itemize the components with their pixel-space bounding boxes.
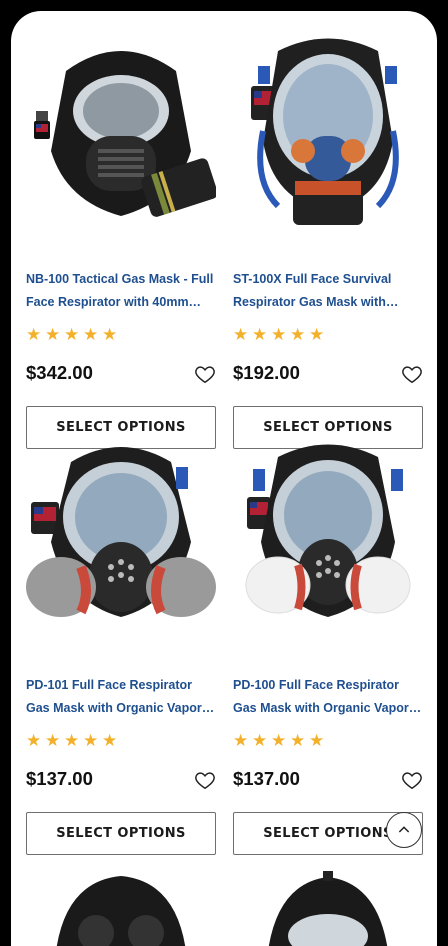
product-image[interactable] [233, 871, 423, 946]
product-price: $192.00 [233, 362, 300, 383]
product-title[interactable]: NB-100 Tactical Gas Mask - Full Face Res… [26, 268, 216, 314]
rating-stars: ★ ★ ★ ★ ★ [26, 731, 118, 751]
star-icon: ★ [83, 325, 99, 344]
star-icon: ★ [26, 731, 42, 750]
star-icon: ★ [102, 731, 118, 750]
chevron-up-icon [398, 826, 410, 833]
star-icon: ★ [271, 325, 287, 344]
product-price: $137.00 [26, 768, 93, 789]
heart-outline-icon[interactable] [194, 769, 216, 791]
star-icon: ★ [102, 325, 118, 344]
product-image[interactable] [233, 31, 423, 231]
rating-stars: ★ ★ ★ ★ ★ [233, 731, 325, 751]
rating-stars: ★ ★ ★ ★ ★ [233, 325, 325, 345]
product-price: $137.00 [233, 768, 300, 789]
product-image[interactable] [26, 871, 216, 946]
star-icon: ★ [233, 731, 249, 750]
star-icon: ★ [309, 731, 325, 750]
product-image[interactable] [26, 437, 216, 637]
star-icon: ★ [64, 325, 80, 344]
star-icon: ★ [309, 325, 325, 344]
heart-outline-icon[interactable] [194, 363, 216, 385]
product-grid-screen: NB-100 Tactical Gas Mask - Full Face Res… [11, 11, 437, 946]
scroll-to-top-button[interactable] [386, 812, 422, 848]
star-icon: ★ [252, 731, 268, 750]
product-image[interactable] [233, 437, 423, 637]
product-title-line-1[interactable]: PD-101 Full Face Respirator [26, 674, 216, 697]
star-icon: ★ [83, 731, 99, 750]
star-icon: ★ [290, 325, 306, 344]
product-title-line-1[interactable]: PD-100 Full Face Respirator [233, 674, 423, 697]
product-title-line-1[interactable]: ST-100X Full Face Survival [233, 268, 423, 291]
product-title-line-2[interactable]: Gas Mask with Organic Vapor… [26, 697, 216, 720]
product-title-line-2[interactable]: Gas Mask with Organic Vapor… [233, 697, 423, 720]
star-icon: ★ [290, 731, 306, 750]
heart-outline-icon[interactable] [401, 769, 423, 791]
star-icon: ★ [271, 731, 287, 750]
star-icon: ★ [26, 325, 42, 344]
product-title[interactable]: PD-100 Full Face Respirator Gas Mask wit… [233, 674, 423, 720]
product-title-line-1[interactable]: NB-100 Tactical Gas Mask - Full [26, 268, 216, 291]
star-icon: ★ [45, 325, 61, 344]
star-icon: ★ [64, 731, 80, 750]
device-frame: NB-100 Tactical Gas Mask - Full Face Res… [0, 0, 448, 946]
star-icon: ★ [45, 731, 61, 750]
product-title-line-2[interactable]: Respirator Gas Mask with… [233, 291, 423, 314]
select-options-button[interactable]: SELECT OPTIONS [26, 812, 216, 855]
product-title-line-2[interactable]: Face Respirator with 40mm… [26, 291, 216, 314]
product-price: $342.00 [26, 362, 93, 383]
product-image[interactable] [26, 31, 216, 231]
product-title[interactable]: ST-100X Full Face Survival Respirator Ga… [233, 268, 423, 314]
rating-stars: ★ ★ ★ ★ ★ [26, 325, 118, 345]
star-icon: ★ [252, 325, 268, 344]
product-title[interactable]: PD-101 Full Face Respirator Gas Mask wit… [26, 674, 216, 720]
star-icon: ★ [233, 325, 249, 344]
heart-outline-icon[interactable] [401, 363, 423, 385]
